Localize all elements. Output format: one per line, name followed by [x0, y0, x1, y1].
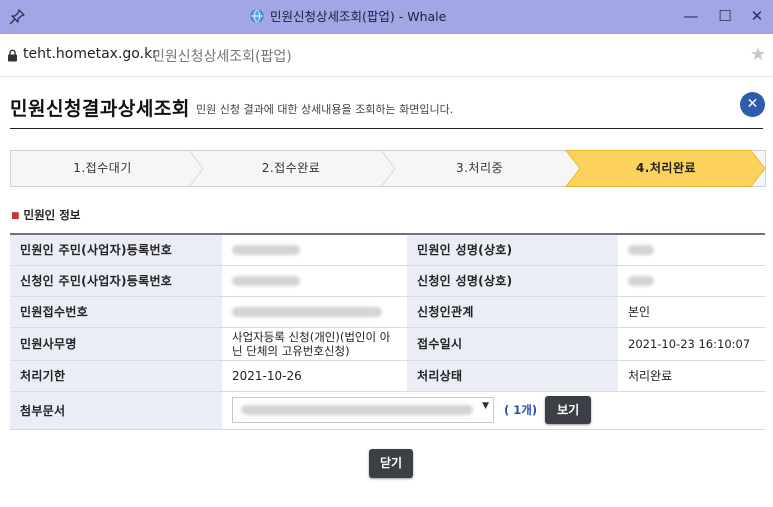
section-title-text: 민원인 정보 — [23, 208, 81, 222]
minimize-button[interactable]: — — [674, 0, 708, 34]
value-cell: 본인 — [618, 296, 765, 328]
value-cell-masked — [618, 265, 765, 297]
value-cell: 2021-10-26 — [222, 360, 407, 392]
view-button[interactable]: 보기 — [545, 396, 592, 424]
address-bar: teht.hometax.go.kr 민원신청상세조회(팝업) ★ — [0, 34, 773, 77]
masked-value — [232, 307, 382, 317]
step-3: 3.처리중 — [455, 161, 504, 175]
masked-value — [232, 276, 300, 286]
lock-icon — [8, 49, 17, 62]
table-row: 첨부문서 ▼ ( 1개) 보기 — [10, 391, 765, 430]
label-cell: 처리상태 — [407, 360, 618, 392]
close-popup-icon[interactable]: ✕ — [740, 92, 765, 117]
table-row: 민원사무명 사업자등록 신청(개인)(법인이 아닌 단체의 고유번호신청) 접수… — [10, 327, 765, 361]
table-row: 민원인 주민(사업자)등록번호 민원인 성명(상호) — [10, 233, 765, 266]
page-description: 민원 신청 결과에 대한 상세내용을 조회하는 화면입니다. — [196, 103, 454, 116]
window-titlebar: 민원신청상세조회(팝업) - Whale — ☐ ✕ — [0, 0, 773, 34]
applicant-info-table: 민원인 주민(사업자)등록번호 민원인 성명(상호) 신청인 주민(사업자)등록… — [10, 233, 765, 430]
window-title: 민원신청상세조회(팝업) - Whale — [250, 0, 446, 34]
bookmark-star-icon[interactable]: ★ — [750, 44, 766, 65]
pin-icon[interactable] — [8, 8, 26, 26]
address-page-title: 민원신청상세조회(팝업) — [152, 49, 292, 65]
masked-value — [628, 245, 654, 256]
bullet-icon: ■ — [11, 211, 20, 221]
label-cell: 민원접수번호 — [10, 296, 222, 328]
section-title: ■ 민원인 정보 — [11, 207, 80, 223]
chevron-down-icon: ▼ — [482, 401, 489, 411]
label-cell: 접수일시 — [407, 327, 618, 361]
value-cell-masked — [618, 233, 765, 266]
progress-steps: 1.접수대기 2.접수완료 3.처리중 4.처리완료 — [10, 150, 766, 187]
table-row: 신청인 주민(사업자)등록번호 신청인 성명(상호) — [10, 265, 765, 297]
table-row: 민원접수번호 신청인관계 본인 — [10, 296, 765, 328]
value-cell-masked — [222, 265, 407, 297]
header-divider — [10, 128, 763, 129]
close-button[interactable]: 닫기 — [369, 449, 413, 478]
value-cell-masked — [222, 233, 407, 266]
label-cell: 민원인 주민(사업자)등록번호 — [10, 233, 222, 266]
label-cell: 첨부문서 — [10, 391, 222, 430]
close-window-button[interactable]: ✕ — [740, 0, 773, 34]
masked-value — [628, 276, 654, 286]
window-title-text: 민원신청상세조회(팝업) - Whale — [270, 9, 447, 24]
masked-value — [232, 245, 300, 256]
attachment-select[interactable]: ▼ — [232, 397, 494, 423]
step-4-active: 4.처리완료 — [635, 161, 697, 175]
label-cell: 신청인 주민(사업자)등록번호 — [10, 265, 222, 297]
label-cell: 신청인 성명(상호) — [407, 265, 618, 297]
globe-icon — [250, 9, 264, 23]
step-1: 1.접수대기 — [73, 161, 132, 175]
label-cell: 민원사무명 — [10, 327, 222, 361]
value-cell-masked — [222, 296, 407, 328]
step-2: 2.접수완료 — [261, 161, 321, 175]
label-cell: 민원인 성명(상호) — [407, 233, 618, 266]
value-cell: 2021-10-23 16:10:07 — [618, 327, 765, 361]
value-cell: 처리완료 — [618, 360, 765, 392]
address-host[interactable]: teht.hometax.go.kr — [23, 46, 158, 62]
attachment-cell: ▼ ( 1개) 보기 — [222, 391, 765, 430]
table-row: 처리기한 2021-10-26 처리상태 처리완료 — [10, 360, 765, 392]
attachment-count: ( 1개) — [504, 403, 538, 417]
label-cell: 처리기한 — [10, 360, 222, 392]
maximize-button[interactable]: ☐ — [708, 0, 742, 34]
label-cell: 신청인관계 — [407, 296, 618, 328]
masked-filename — [241, 405, 473, 415]
value-cell: 사업자등록 신청(개인)(법인이 아닌 단체의 고유번호신청) — [222, 327, 407, 361]
page-title: 민원신청결과상세조회 — [10, 98, 190, 120]
